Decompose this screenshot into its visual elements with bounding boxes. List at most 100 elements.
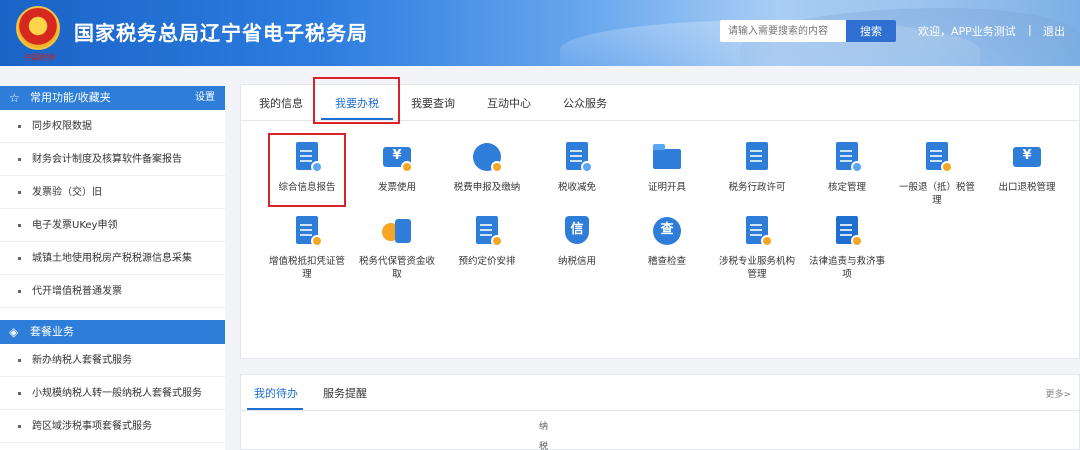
sidebar-item-accounting-filing[interactable]: 财务会计制度及核算软件备案报告 xyxy=(0,143,225,176)
assessment-management-icon xyxy=(831,141,863,173)
sidebar-item-invoice-verification[interactable]: 发票验（交）旧 xyxy=(0,176,225,209)
bullet-icon xyxy=(18,158,21,161)
export-refund-icon: ¥ xyxy=(1011,141,1043,173)
sidebar-item-label: 跨区域涉税事项套餐式服务 xyxy=(32,421,152,432)
tab-my-todo[interactable]: 我的待办 xyxy=(254,385,298,401)
service-label: 证明开具 xyxy=(647,182,686,193)
sidebar-item-label: 小规模纳税人转一般纳税人套餐式服务 xyxy=(32,388,202,399)
sidebar-item-cross-region-package[interactable]: 跨区域涉税事项套餐式服务 xyxy=(0,410,225,443)
sidebar-item-label: 城镇土地使用税房产税税源信息采集 xyxy=(32,253,192,264)
settings-link[interactable]: 设置 xyxy=(195,86,215,110)
sidebar-item-vat-invoice-issuing[interactable]: 代开增值税普通发票 xyxy=(0,275,225,308)
service-agency-icon xyxy=(741,215,773,247)
service-label: 稽查检查 xyxy=(647,256,686,267)
sidebar-item-label: 新办纳税人套餐式服务 xyxy=(32,355,132,366)
package-header: ◈ 套餐业务 xyxy=(0,320,225,344)
tab-my-info[interactable]: 我的信息 xyxy=(259,95,303,111)
tab-query[interactable]: 我要查询 xyxy=(411,95,455,111)
service-label: 核定管理 xyxy=(827,182,866,193)
service-tax-reduction[interactable]: 税收减免 xyxy=(535,141,619,194)
sidebar-item-label: 财务会计制度及核算软件备案报告 xyxy=(32,154,182,165)
welcome-text: 欢迎，APP业务测试 xyxy=(918,25,1016,38)
sidebar-item-ukey-application[interactable]: 电子发票UKey申领 xyxy=(0,209,225,242)
todo-panel: 我的待办 服务提醒 更多> 纳税 xyxy=(240,374,1080,450)
favorites-title: 常用功能/收藏夹 xyxy=(30,91,111,104)
custody-funds-icon xyxy=(381,215,413,247)
service-assessment-management[interactable]: 核定管理 xyxy=(805,141,889,194)
sidebar-item-label: 电子发票UKey申领 xyxy=(32,220,118,231)
service-label: 法律追责与救济事项 xyxy=(808,256,885,280)
bullet-icon xyxy=(18,425,21,428)
legal-remedy-icon xyxy=(831,215,863,247)
administrative-license-icon xyxy=(741,141,773,173)
search-button[interactable]: 搜索 xyxy=(846,20,896,42)
report-document-icon xyxy=(291,141,323,173)
sidebar-item-small-to-general-package[interactable]: 小规模纳税人转一般纳税人套餐式服务 xyxy=(0,377,225,410)
sidebar-item-tax-source-collection[interactable]: 城镇土地使用税房产税税源信息采集 xyxy=(0,242,225,275)
service-label: 纳税信用 xyxy=(557,256,596,267)
service-label: 税务行政许可 xyxy=(728,182,786,193)
inspection-shield-icon: 查 xyxy=(651,215,683,247)
service-label: 出口退税管理 xyxy=(998,182,1056,193)
service-agency-management[interactable]: 涉税专业服务机构管理 xyxy=(715,215,799,281)
header-separator: | xyxy=(1028,23,1032,36)
service-tax-credit[interactable]: 信 纳税信用 xyxy=(535,215,619,268)
vat-deduction-icon xyxy=(291,215,323,247)
service-inspection[interactable]: 查 稽查检查 xyxy=(625,215,709,268)
bullet-icon xyxy=(18,125,21,128)
service-label: 涉税专业服务机构管理 xyxy=(718,256,795,280)
bullet-icon xyxy=(18,392,21,395)
service-label: 增值税抵扣凭证管理 xyxy=(268,256,345,280)
main-tabs: 我的信息 我要办税 我要查询 互动中心 公众服务 xyxy=(241,77,1080,124)
star-icon: ☆ xyxy=(9,91,20,105)
service-invoice-use[interactable]: ¥ 发票使用 xyxy=(355,141,439,194)
tax-declaration-icon xyxy=(471,141,503,173)
service-vat-deduction[interactable]: 增值税抵扣凭证管理 xyxy=(265,215,349,281)
search-input[interactable] xyxy=(720,20,846,42)
sidebar: ☆ 常用功能/收藏夹 设置 同步权限数据 财务会计制度及核算软件备案报告 发票验… xyxy=(0,86,225,450)
service-export-refund[interactable]: ¥ 出口退税管理 xyxy=(985,141,1069,194)
bullet-icon xyxy=(18,359,21,362)
service-pricing-arrangement[interactable]: 预约定价安排 xyxy=(445,215,529,268)
service-label: 税务代保管资金收取 xyxy=(358,256,435,280)
sidebar-item-label: 发票验（交）旧 xyxy=(32,187,102,198)
tab-interaction-center[interactable]: 互动中心 xyxy=(487,95,531,111)
service-tax-refund[interactable]: 一般退（抵）税管理 xyxy=(895,141,979,207)
sidebar-item-new-taxpayer-package[interactable]: 新办纳税人套餐式服务 xyxy=(0,344,225,377)
service-label: 税收减免 xyxy=(557,182,596,193)
tax-emblem-icon xyxy=(16,6,60,50)
tab-service-reminder[interactable]: 服务提醒 xyxy=(323,385,367,401)
service-label: 一般退（抵）税管理 xyxy=(898,182,975,206)
bullet-icon xyxy=(18,290,21,293)
service-label: 发票使用 xyxy=(377,182,416,193)
emblem-caption: 中国税务 xyxy=(23,53,55,62)
service-tax-declaration[interactable]: 税费申报及缴纳 xyxy=(445,141,529,194)
favorites-header: ☆ 常用功能/收藏夹 设置 xyxy=(0,86,225,110)
package-title: 套餐业务 xyxy=(30,325,74,338)
service-legal-remedy[interactable]: 法律追责与救济事项 xyxy=(805,215,889,281)
more-link[interactable]: 更多> xyxy=(1045,387,1071,400)
logout-link[interactable]: 退出 xyxy=(1043,23,1065,39)
sidebar-item-label: 代开增值税普通发票 xyxy=(32,286,122,297)
certificate-folder-icon xyxy=(651,141,683,173)
service-administrative-license[interactable]: 税务行政许可 xyxy=(715,141,799,194)
service-label: 预约定价安排 xyxy=(458,256,516,267)
invoice-icon: ¥ xyxy=(381,141,413,173)
service-certificate[interactable]: 证明开具 xyxy=(625,141,709,194)
todo-tabs: 我的待办 服务提醒 更多> xyxy=(241,375,1080,411)
sidebar-item-sync-permissions[interactable]: 同步权限数据 xyxy=(0,110,225,143)
bullet-icon xyxy=(18,224,21,227)
bullet-icon xyxy=(18,191,21,194)
tax-refund-icon xyxy=(921,141,953,173)
todo-column-text: 纳税 xyxy=(539,422,549,450)
service-comprehensive-report[interactable]: 综合信息报告 xyxy=(265,141,349,194)
tax-credit-icon: 信 xyxy=(561,215,593,247)
service-custody-funds[interactable]: 税务代保管资金收取 xyxy=(355,215,439,281)
site-title: 国家税务总局辽宁省电子税务局 xyxy=(74,21,368,45)
active-todo-indicator xyxy=(247,408,303,410)
tab-public-services[interactable]: 公众服务 xyxy=(563,95,607,111)
top-header: 中国税务 国家税务总局辽宁省电子税务局 搜索 欢迎，APP业务测试 | 退出 xyxy=(0,0,1080,66)
pricing-arrangement-icon xyxy=(471,215,503,247)
layers-icon: ◈ xyxy=(9,325,19,339)
service-label: 综合信息报告 xyxy=(278,182,336,193)
